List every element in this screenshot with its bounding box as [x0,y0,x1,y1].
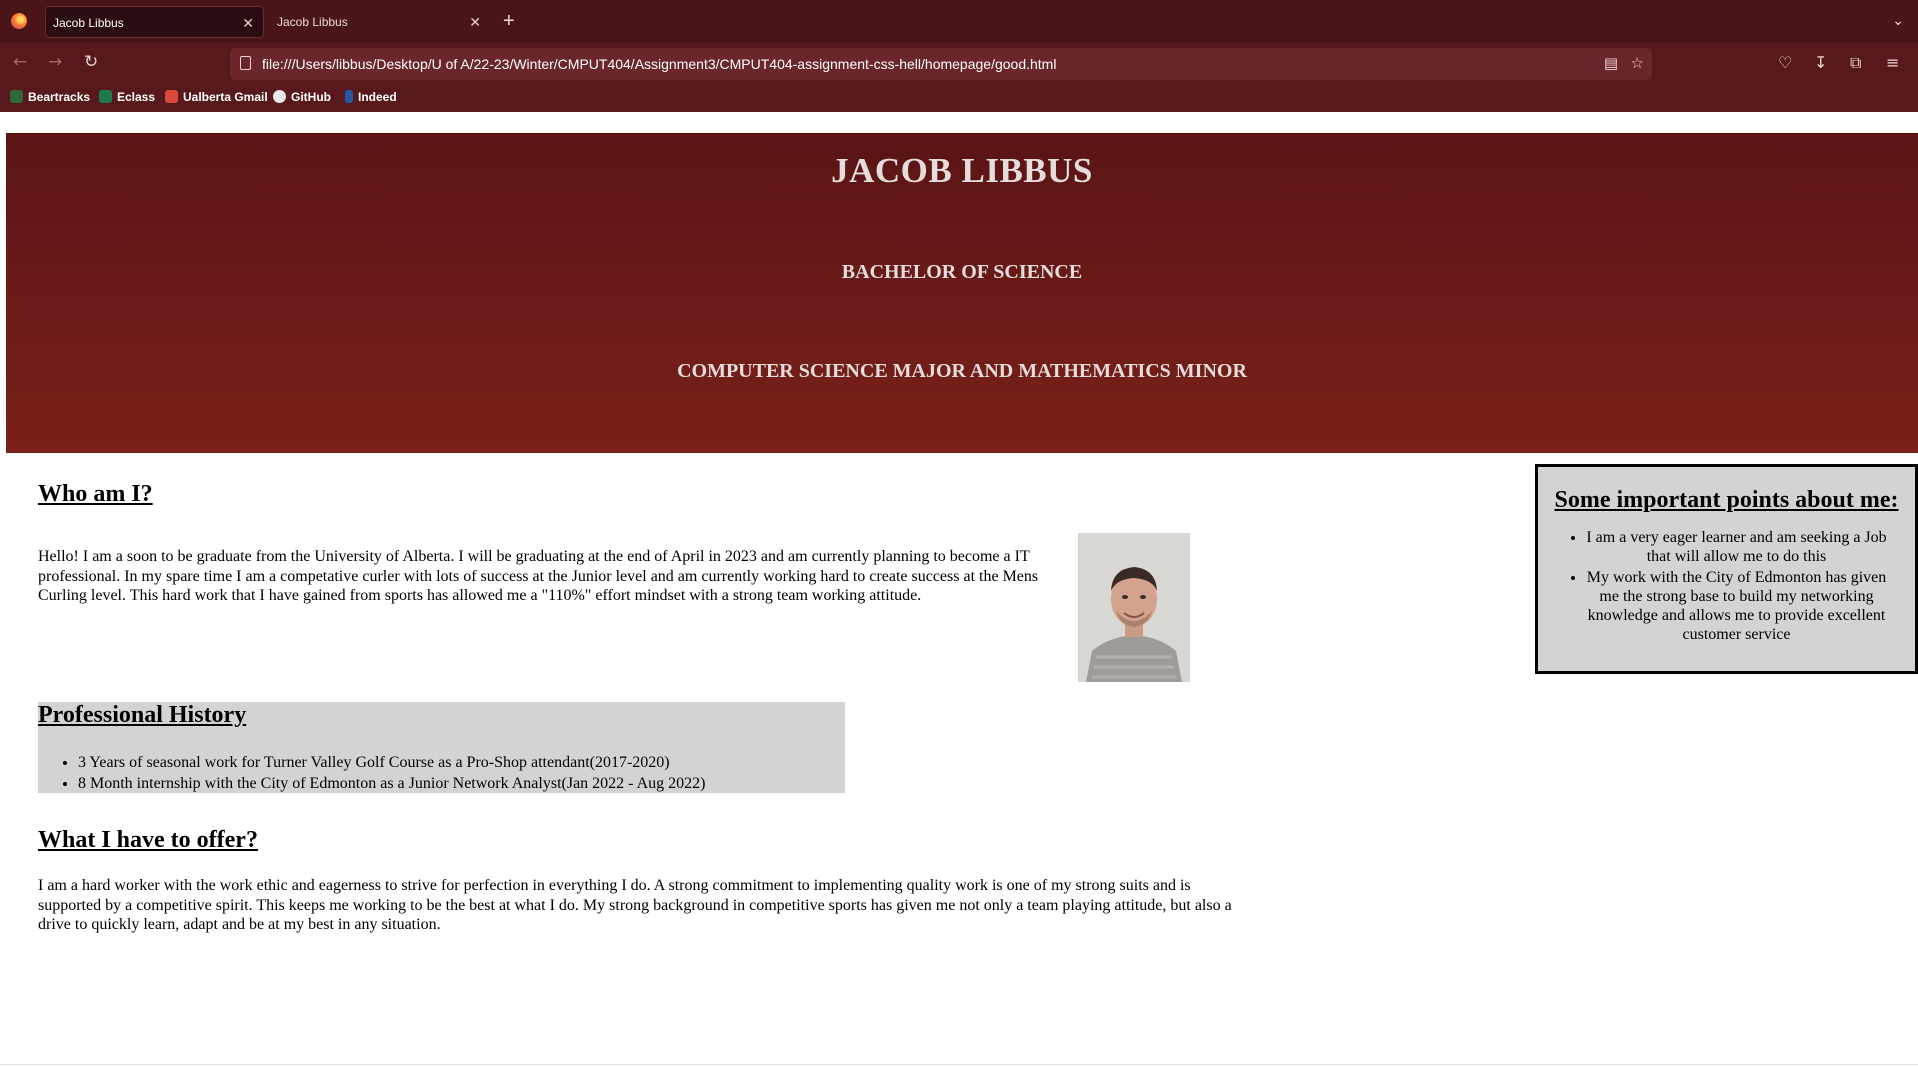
bookmark-label: Beartracks [28,90,91,104]
points-list: I am a very eager learner and am seeking… [1538,528,1915,644]
bookmark-label: Ualberta Gmail [183,90,268,104]
bookmark-github[interactable]: GitHub [273,85,331,109]
pocket-icon[interactable]: ♡ [1778,53,1792,72]
about-heading: Who am I? [38,481,153,507]
important-points-box: Some important points about me: I am a v… [1535,464,1918,674]
tab-label: Jacob Libbus [277,15,348,29]
bookmark-label: Indeed [358,90,397,104]
bookmark-star-icon[interactable]: ☆ [1631,54,1644,72]
beartracks-icon [10,90,23,103]
hamburger-menu-icon[interactable]: ≡ [1886,53,1899,72]
bookmarks-toolbar: Beartracks Eclass Ualberta Gmail GitHub … [0,85,1918,112]
page-title: JACOB LIBBUS [831,151,1093,190]
points-heading: Some important points about me: [1554,487,1899,513]
downloads-icon[interactable]: ↧ [1814,53,1827,72]
about-text: Hello! I am a soon to be graduate from t… [38,548,1039,604]
list-item: 8 Month internship with the City of Edmo… [78,773,706,794]
new-tab-button[interactable]: + [503,8,515,34]
portrait-image [1078,533,1190,682]
tab-jacob-libbus[interactable]: Jacob Libbus ✕ [270,6,490,38]
profile-photo [1078,533,1190,682]
page-divider [0,1064,1918,1065]
list-item: 3 Years of seasonal work for Turner Vall… [78,752,706,773]
navigation-toolbar: ← → ↻ file:///Users/libbus/Desktop/U of … [0,43,1918,85]
bookmark-label: Eclass [117,90,156,104]
bookmark-beartracks[interactable]: Beartracks [10,85,90,109]
bookmark-label: GitHub [291,90,331,104]
list-item: I am a very eager learner and am seeking… [1586,528,1887,566]
close-tab-icon[interactable]: ✕ [242,7,254,39]
back-arrow-icon[interactable]: ← [13,52,27,72]
bookmark-ualberta-gmail[interactable]: Ualberta Gmail [165,85,268,109]
offer-text: I am a hard worker with the work ethic a… [38,877,1232,933]
reader-view-icon[interactable]: ▤ [1604,54,1618,72]
gmail-icon [165,90,178,103]
major-subtitle: COMPUTER SCIENCE MAJOR AND MATHEMATICS M… [677,360,1247,382]
history-heading: Professional History [38,702,247,728]
url-bar[interactable]: file:///Users/libbus/Desktop/U of A/22-2… [230,48,1652,80]
indeed-icon [345,90,353,103]
page-icon [240,56,251,70]
history-list: 3 Years of seasonal work for Turner Vall… [38,752,706,794]
close-tab-icon[interactable]: ✕ [469,6,481,38]
eclass-icon [99,90,112,103]
extensions-icon[interactable]: ⧉ [1850,53,1861,73]
bookmark-indeed[interactable]: Indeed [345,85,397,109]
degree-subtitle: BACHELOR OF SCIENCE [841,261,1083,283]
url-text[interactable]: file:///Users/libbus/Desktop/U of A/22-2… [262,48,1056,80]
bookmark-eclass[interactable]: Eclass [99,85,155,109]
tab-bar: Jacob Libbus ✕ Jacob Libbus ✕ + ⌄ [0,0,1918,43]
forward-arrow-icon[interactable]: → [48,52,62,72]
tab-jacob-libbus-active[interactable]: Jacob Libbus ✕ [45,6,264,38]
reload-icon[interactable]: ↻ [84,52,98,72]
professional-history-section: Professional History 3 Years of seasonal… [38,702,845,793]
firefox-icon[interactable] [11,13,27,29]
offer-heading: What I have to offer? [38,827,258,853]
list-item: My work with the City of Edmonton has gi… [1586,568,1887,644]
hero-banner: JACOB LIBBUS BACHELOR OF SCIENCE COMPUTE… [6,133,1918,453]
chevron-down-icon[interactable]: ⌄ [1892,12,1904,29]
github-icon [273,90,286,103]
tab-label: Jacob Libbus [53,16,124,30]
